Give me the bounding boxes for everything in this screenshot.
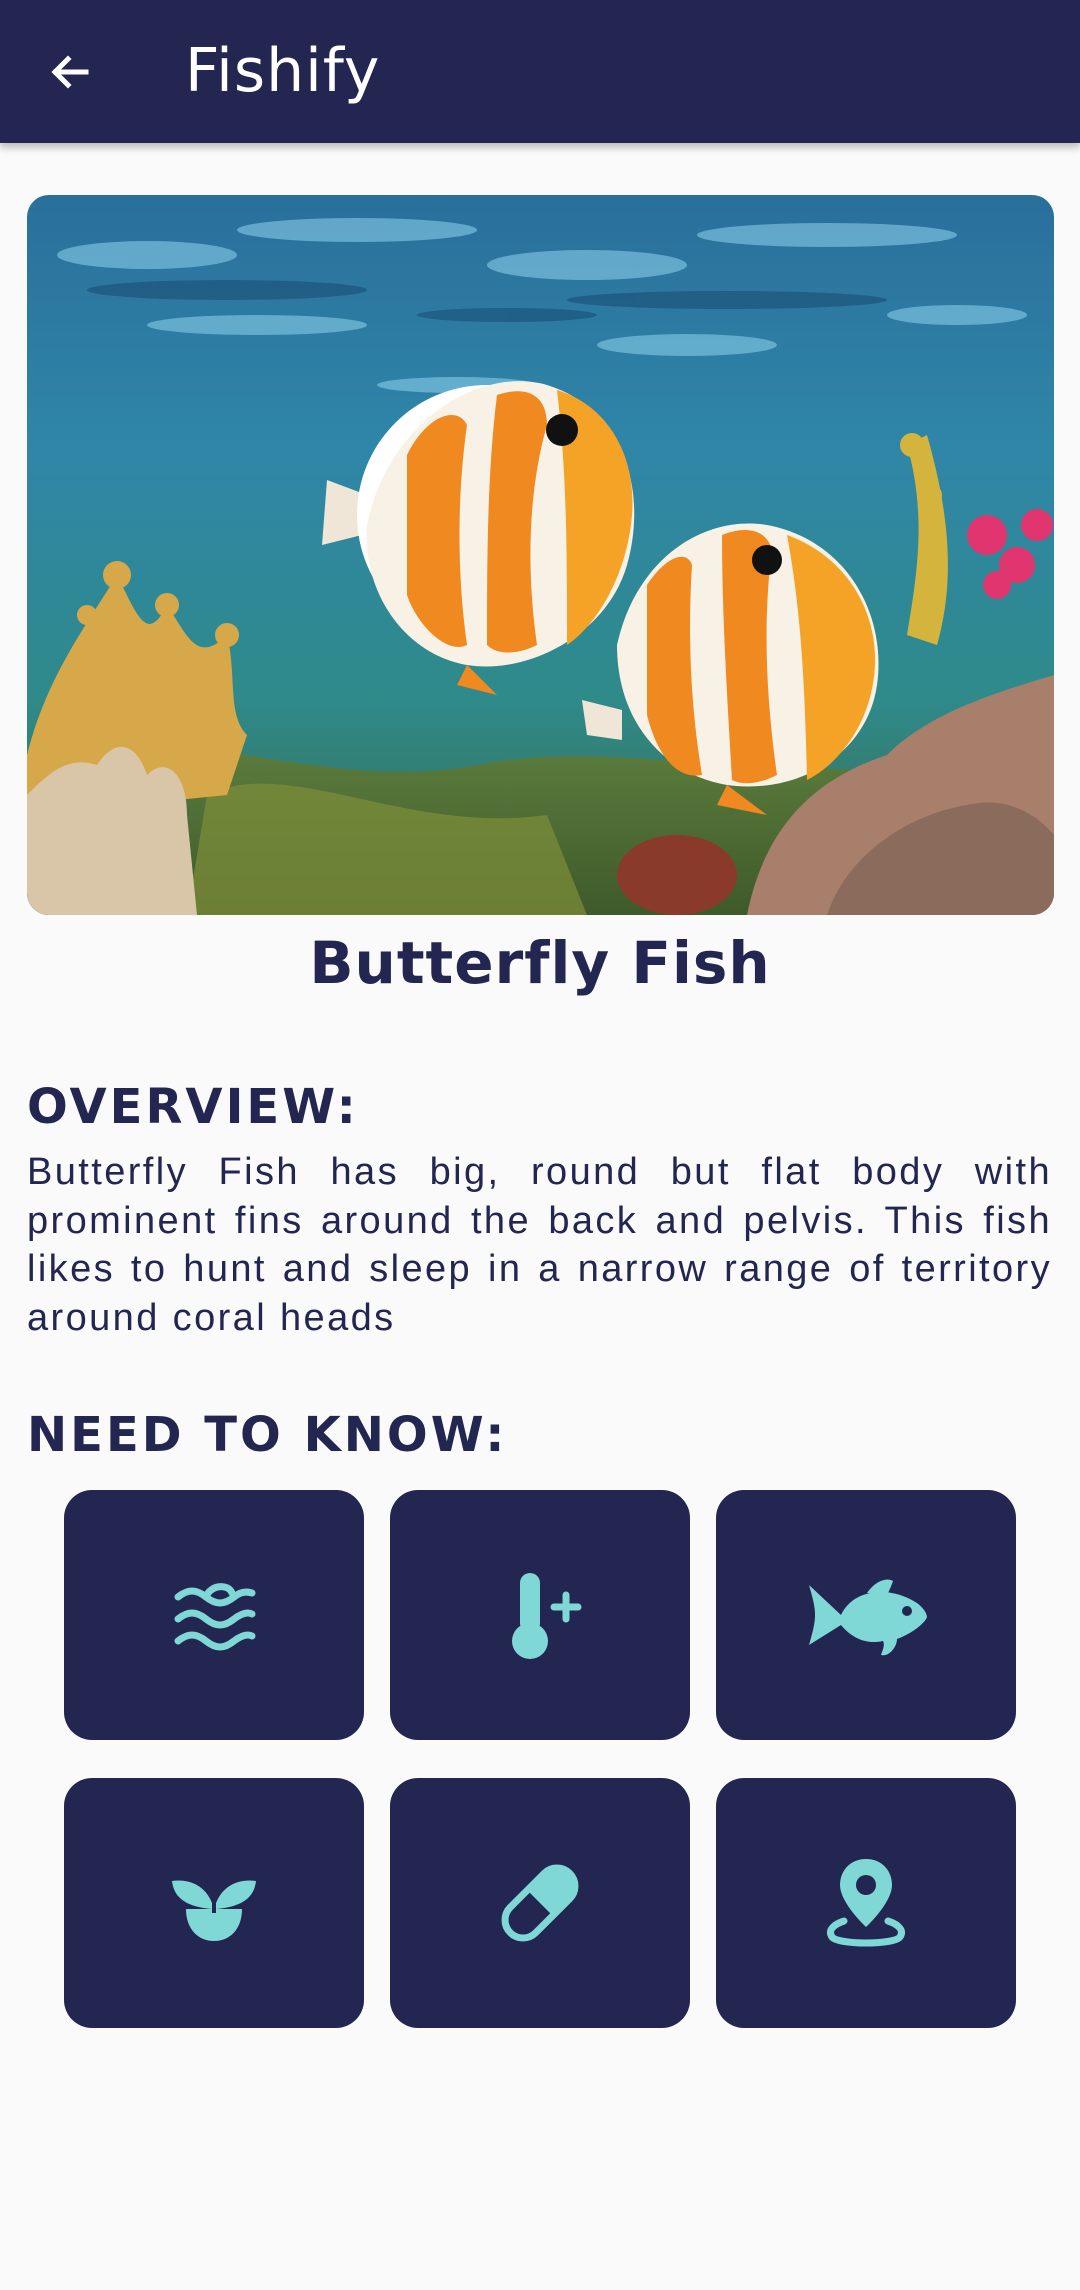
need-to-know-heading: NEED TO KNOW: [27,1407,508,1463]
fish-image [27,195,1054,915]
arrow-left-icon [51,55,89,89]
back-button[interactable] [30,32,110,112]
overview-text: Butterfly Fish has big, round but flat b… [27,1151,1052,1339]
location-pin-icon [827,1859,905,1947]
water-waves-icon [174,1583,256,1651]
fish-tile-button[interactable] [716,1490,1016,1740]
plant-tile-button[interactable] [64,1778,364,2028]
location-tile-button[interactable] [716,1778,1016,2028]
medicine-tile-button[interactable] [390,1778,690,2028]
pill-capsule-icon [501,1864,579,1942]
water-tile-button[interactable] [64,1490,364,1740]
thermometer-plus-icon [512,1573,582,1659]
app-title: Fishify [185,36,381,106]
fish-icon [809,1579,927,1656]
temperature-tile-button[interactable] [390,1490,690,1740]
overview-heading: OVERVIEW: [27,1079,359,1135]
fish-name: Butterfly Fish [309,929,771,997]
app-bar: Fishify [0,0,1080,143]
plant-sprout-icon [172,1880,256,1941]
